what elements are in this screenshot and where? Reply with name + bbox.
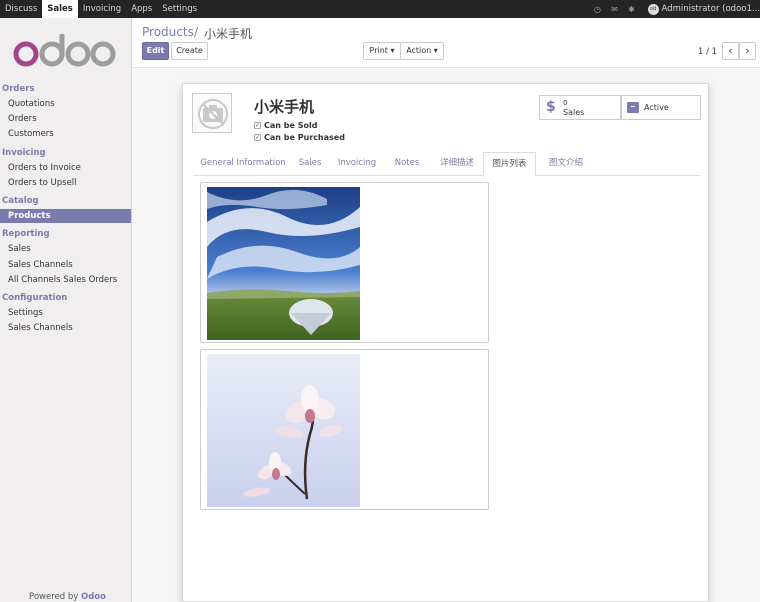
sidebar-section-orders: Orders [2,84,35,94]
chevron-right-icon: › [745,44,750,57]
sidebar-section-reporting: Reporting [2,229,50,239]
tab-image-text-intro[interactable]: 图文介绍 [542,152,590,176]
form-view: 小米手机 ✓ Can be Sold ✓ Can be Purchased $ … [132,68,760,602]
action-label: Action [406,46,432,55]
checkbox-checked-icon[interactable]: ✓ [254,134,261,141]
chat-icon[interactable]: ✉ [608,0,622,18]
can-be-purchased-field[interactable]: ✓ Can be Purchased [254,133,345,142]
print-dropdown[interactable]: Print ▾ [363,42,401,60]
magnolia-photo[interactable] [207,354,360,507]
breadcrumb-current: 小米手机 [204,27,253,41]
landscape-photo[interactable] [207,187,360,340]
active-label: Active [644,103,669,112]
tab-sales[interactable]: Sales [293,152,327,176]
control-panel: Products / 小米手机 Edit Create Print ▾ Acti… [132,18,760,68]
sales-count: 0 [563,99,568,107]
product-name[interactable]: 小米手机 [254,96,314,117]
caret-down-icon: ▾ [390,46,395,55]
dollar-icon: $ [546,99,556,115]
app-menu: Discuss Sales Invoicing Apps Settings [0,0,202,18]
form-sheet: 小米手机 ✓ Can be Sold ✓ Can be Purchased $ … [182,83,709,602]
can-be-sold-label: Can be Sold [264,121,318,130]
sidebar-section-invoicing: Invoicing [2,148,46,158]
pager-previous-button[interactable]: ‹ [722,42,739,60]
sidebar: Orders Quotations Orders Customers Invoi… [0,18,132,602]
sidebar-item-report-sales[interactable]: Sales [0,242,131,256]
powered-by-text: Powered by [29,592,79,602]
sidebar-item-orders-to-upsell[interactable]: Orders to Upsell [0,176,131,190]
top-navbar: Discuss Sales Invoicing Apps Settings ◷ … [0,0,760,18]
clock-icon[interactable]: ◷ [591,0,605,18]
can-be-purchased-label: Can be Purchased [264,133,345,142]
powered-by: Powered by Odoo [29,592,106,602]
can-be-sold-field[interactable]: ✓ Can be Sold [254,121,317,130]
create-button[interactable]: Create [171,42,208,60]
edit-button[interactable]: Edit [142,42,169,60]
print-label: Print [369,46,388,55]
product-image[interactable] [192,93,232,133]
chevron-left-icon: ‹ [728,44,733,57]
sidebar-section-catalog: Catalog [2,196,39,206]
notebook-tabs: General Information Sales Invoicing Note… [193,152,700,177]
breadcrumb-products[interactable]: Products [142,25,194,39]
pager-next-button[interactable]: › [739,42,756,60]
tab-general-information[interactable]: General Information [193,152,293,176]
image-list-item[interactable] [200,182,489,343]
powered-by-brand[interactable]: Odoo [81,592,106,602]
sidebar-item-quotations[interactable]: Quotations [0,97,131,111]
menu-discuss[interactable]: Discuss [0,0,42,18]
sidebar-item-orders-to-invoice[interactable]: Orders to Invoice [0,161,131,175]
sidebar-item-sales-channels[interactable]: Sales Channels [0,258,131,272]
no-camera-icon [198,99,228,129]
menu-apps[interactable]: Apps [126,0,157,18]
odoo-logo[interactable] [12,34,116,70]
menu-sales[interactable]: Sales [42,0,78,18]
avatar[interactable]: od [647,3,659,15]
systray: ◷ ✉ ✱ od Administrator (odoo1... [591,0,760,18]
menu-invoicing[interactable]: Invoicing [78,0,126,18]
tab-invoicing[interactable]: Invoicing [333,152,381,176]
caret-down-icon: ▾ [433,46,438,55]
pager-value[interactable]: 1 / 1 [698,47,717,57]
archive-icon [627,102,639,113]
tab-detail-description[interactable]: 详细描述 [431,152,483,176]
bug-icon[interactable]: ✱ [625,0,639,18]
menu-settings[interactable]: Settings [157,0,202,18]
user-menu[interactable]: Administrator (odoo1... [662,4,760,14]
sidebar-item-settings[interactable]: Settings [0,306,131,320]
sidebar-section-configuration: Configuration [2,293,68,303]
checkbox-checked-icon[interactable]: ✓ [254,122,261,129]
tab-notes[interactable]: Notes [389,152,425,176]
sidebar-item-all-channels-sales-orders[interactable]: All Channels Sales Orders [0,273,131,287]
sidebar-item-products[interactable]: Products [0,209,131,223]
action-dropdown[interactable]: Action ▾ [400,42,444,60]
sidebar-item-customers[interactable]: Customers [0,127,131,141]
image-list-item[interactable] [200,349,489,510]
sidebar-item-orders[interactable]: Orders [0,112,131,126]
sales-smart-button[interactable]: $ 0 Sales [539,95,621,120]
breadcrumb-separator: / [194,25,199,39]
sidebar-item-config-sales-channels[interactable]: Sales Channels [0,321,131,335]
tab-image-list[interactable]: 图片列表 [483,152,536,177]
sales-label: Sales [563,108,585,117]
active-toggle-button[interactable]: Active [621,95,701,120]
